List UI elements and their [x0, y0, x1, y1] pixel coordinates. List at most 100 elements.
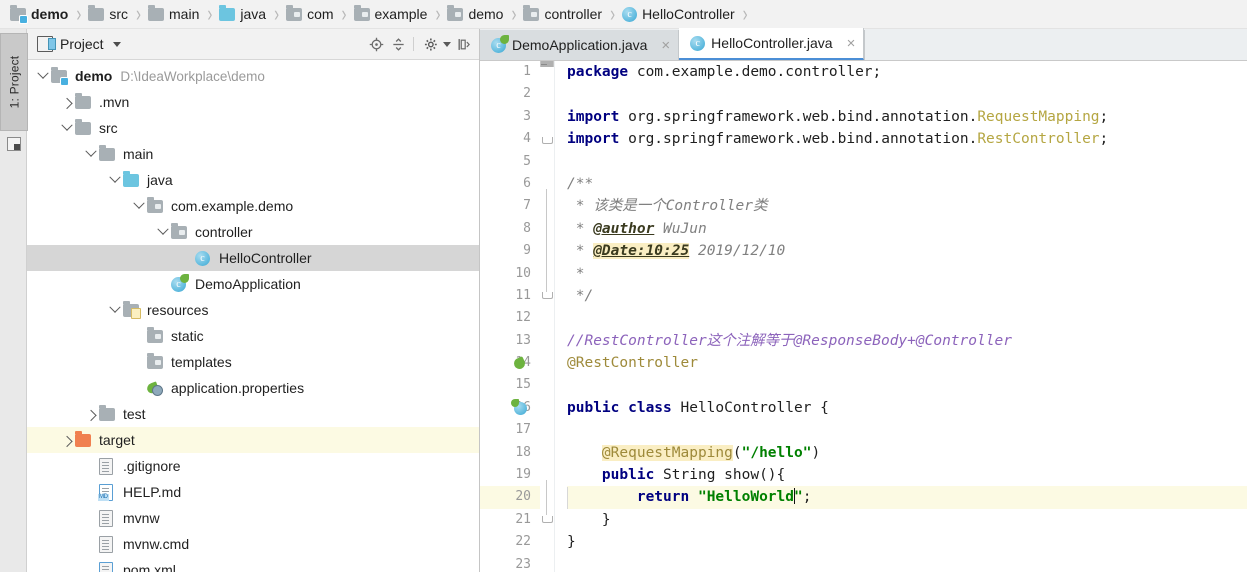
breadcrumb-item-src[interactable]: src: [88, 0, 128, 28]
tree-row[interactable]: test: [27, 401, 479, 427]
line-number[interactable]: 7: [480, 195, 540, 217]
code-line[interactable]: import org.springframework.web.bind.anno…: [567, 106, 1247, 128]
line-number[interactable]: 16: [480, 397, 540, 419]
code-editor[interactable]: 1234567891011121314151617181920212223 pa…: [480, 61, 1247, 572]
breadcrumb-item-controller[interactable]: controller: [523, 0, 602, 28]
line-number[interactable]: 14: [480, 352, 540, 374]
locate-file-icon[interactable]: [366, 34, 386, 54]
code-line[interactable]: package com.example.demo.controller;: [567, 61, 1247, 83]
breadcrumb-item-main[interactable]: main: [148, 0, 199, 28]
line-number[interactable]: 5: [480, 151, 540, 173]
tree-row[interactable]: src: [27, 115, 479, 141]
chevron-down-icon[interactable]: [112, 41, 121, 47]
gear-dropdown-chevron-icon[interactable]: [443, 41, 451, 47]
breadcrumb-item-com[interactable]: com: [286, 0, 334, 28]
breadcrumb-item-example[interactable]: example: [353, 0, 427, 28]
tree-row[interactable]: demo D:\IdeaWorkplace\demo: [27, 63, 479, 89]
chevron-down-icon[interactable]: [131, 198, 147, 214]
code-line[interactable]: */: [567, 285, 1247, 307]
line-number[interactable]: 11: [480, 285, 540, 307]
line-number[interactable]: 18: [480, 442, 540, 464]
editor-tab-HelloController[interactable]: c HelloController.java ×: [679, 28, 865, 60]
chevron-right-icon[interactable]: [83, 406, 99, 422]
line-number[interactable]: 22: [480, 531, 540, 553]
line-number-gutter[interactable]: 1234567891011121314151617181920212223: [480, 61, 540, 572]
editor-tab-DemoApplication[interactable]: c DemoApplication.java ×: [480, 30, 680, 60]
code-line[interactable]: public String show(){: [567, 464, 1247, 486]
code-line[interactable]: [567, 151, 1247, 173]
tree-row[interactable]: c HelloController: [27, 245, 479, 271]
chevron-down-icon[interactable]: [107, 172, 123, 188]
tree-row[interactable]: mvnw: [27, 505, 479, 531]
line-number[interactable]: 10: [480, 263, 540, 285]
project-tree[interactable]: demo D:\IdeaWorkplace\demo .mvn src main java…: [27, 60, 479, 572]
line-number[interactable]: 8: [480, 218, 540, 240]
code-line[interactable]: [567, 307, 1247, 329]
code-line[interactable]: * @author WuJun: [567, 218, 1247, 240]
chevron-right-icon[interactable]: [59, 94, 75, 110]
tree-row[interactable]: resources: [27, 297, 479, 323]
fold-end-icon[interactable]: [542, 137, 553, 145]
breadcrumb-item-java[interactable]: java: [219, 0, 266, 28]
line-number[interactable]: 13: [480, 330, 540, 352]
tree-row[interactable]: main: [27, 141, 479, 167]
chevron-down-icon[interactable]: [35, 68, 51, 84]
fold-end-icon[interactable]: [542, 516, 553, 523]
tree-row[interactable]: templates: [27, 349, 479, 375]
breadcrumb-item-demo-pkg[interactable]: demo: [447, 0, 503, 28]
code-line[interactable]: [567, 374, 1247, 396]
line-number[interactable]: 6: [480, 173, 540, 195]
code-line[interactable]: [567, 554, 1247, 572]
breadcrumb-item-helloController[interactable]: c HelloController: [622, 0, 735, 28]
code-content[interactable]: package com.example.demo.controller; impo…: [555, 61, 1247, 572]
tree-row[interactable]: HELP.md: [27, 479, 479, 505]
chevron-right-icon[interactable]: [59, 432, 75, 448]
spring-bean-icon[interactable]: [512, 356, 527, 371]
close-icon[interactable]: ×: [847, 36, 856, 51]
spring-class-icon[interactable]: [511, 398, 527, 415]
code-line[interactable]: *: [567, 263, 1247, 285]
breadcrumb-item-demo[interactable]: demo: [10, 0, 68, 28]
tree-row[interactable]: c DemoApplication: [27, 271, 479, 297]
close-icon[interactable]: ×: [661, 38, 670, 53]
fold-end-icon[interactable]: [542, 292, 553, 299]
line-number[interactable]: 15: [480, 374, 540, 396]
line-number[interactable]: 4: [480, 128, 540, 150]
hide-panel-icon[interactable]: [453, 34, 473, 54]
line-number[interactable]: 19: [480, 464, 540, 486]
code-line[interactable]: }: [567, 531, 1247, 553]
tree-row[interactable]: .mvn: [27, 89, 479, 115]
tree-row[interactable]: pom.xml: [27, 557, 479, 572]
tree-row[interactable]: application.properties: [27, 375, 479, 401]
code-line[interactable]: public class HelloController {: [567, 397, 1247, 419]
code-line[interactable]: @RestController: [567, 352, 1247, 374]
code-line[interactable]: [567, 419, 1247, 441]
code-line[interactable]: }: [567, 509, 1247, 531]
code-line[interactable]: @RequestMapping("/hello"): [567, 442, 1247, 464]
line-number[interactable]: 21: [480, 509, 540, 531]
line-number[interactable]: 3: [480, 106, 540, 128]
tree-row[interactable]: .gitignore: [27, 453, 479, 479]
chevron-down-icon[interactable]: [155, 224, 171, 240]
line-number[interactable]: 2: [480, 83, 540, 105]
code-line[interactable]: [567, 83, 1247, 105]
chevron-down-icon[interactable]: [59, 120, 75, 136]
code-line[interactable]: import org.springframework.web.bind.anno…: [567, 128, 1247, 150]
code-line[interactable]: /**: [567, 173, 1247, 195]
line-number[interactable]: 9: [480, 240, 540, 262]
line-number[interactable]: 20: [480, 486, 540, 509]
fold-toggle-icon[interactable]: [540, 65, 554, 67]
line-number[interactable]: 12: [480, 307, 540, 329]
tool-window-button-project[interactable]: 1: Project: [0, 33, 28, 131]
settings-gear-icon[interactable]: [421, 34, 441, 54]
tree-row[interactable]: mvnw.cmd: [27, 531, 479, 557]
tree-row[interactable]: target: [27, 427, 479, 453]
tree-row[interactable]: com.example.demo: [27, 193, 479, 219]
tree-row[interactable]: static: [27, 323, 479, 349]
code-line[interactable]: * 该类是一个Controller类: [567, 195, 1247, 217]
code-folding-strip[interactable]: [540, 61, 555, 572]
code-line[interactable]: return "HelloWorld";: [567, 486, 1247, 509]
chevron-down-icon[interactable]: [83, 146, 99, 162]
chevron-down-icon[interactable]: [107, 302, 123, 318]
collapse-all-icon[interactable]: [388, 34, 408, 54]
